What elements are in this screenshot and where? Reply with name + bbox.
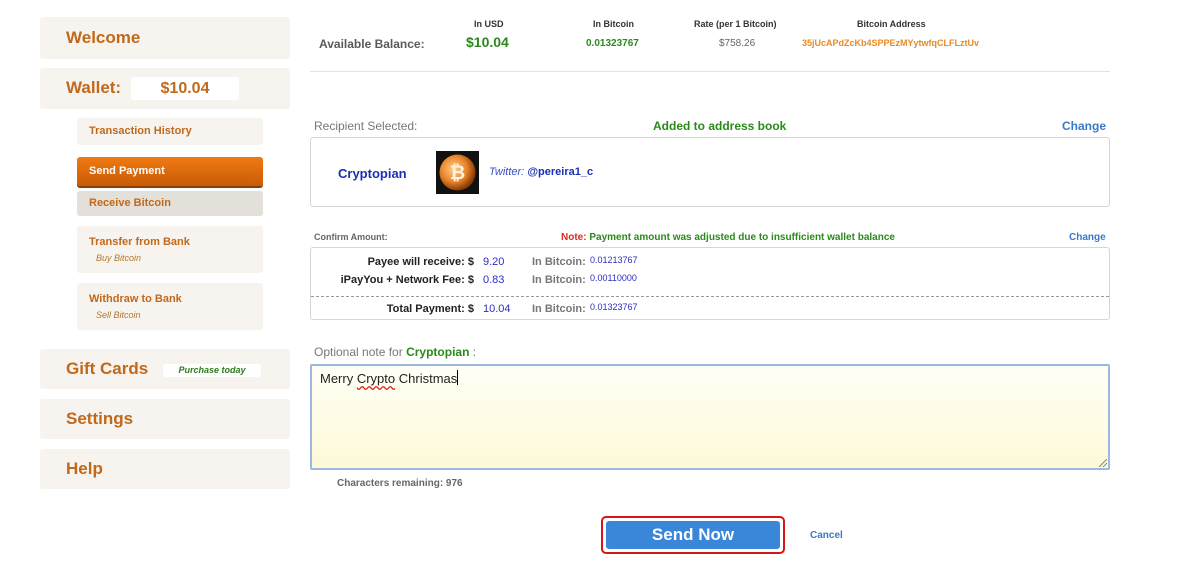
sidebar-item-caption: Sell Bitcoin	[96, 310, 141, 320]
sidebar-help-label: Help	[66, 459, 103, 478]
address-book-status: Added to address book	[653, 119, 787, 133]
sidebar-welcome[interactable]: Welcome	[40, 17, 290, 59]
header-bitcoin-address: Bitcoin Address	[857, 19, 926, 29]
resize-handle-icon[interactable]	[1099, 459, 1107, 467]
note-recipient-name: Cryptopian	[406, 345, 470, 359]
sidebar-gift-cards[interactable]: Gift Cards Purchase today	[40, 349, 290, 389]
send-now-highlight: Send Now	[601, 516, 785, 554]
payee-receive-label: Payee will receive: $	[367, 256, 474, 268]
recipient-card: Cryptopian ₿ Twitter: @pereira1_c	[310, 137, 1110, 207]
fee-btc-label: In Bitcoin:	[532, 274, 586, 286]
purchase-today-badge: Purchase today	[163, 364, 261, 377]
total-payment-value: 10.04	[483, 303, 511, 315]
confirm-amount-label: Confirm Amount:	[314, 232, 388, 242]
sidebar-welcome-label: Welcome	[66, 28, 141, 47]
twitter-handle: @pereira1_c	[527, 166, 594, 178]
note-prefix: Note:	[561, 232, 587, 243]
sidebar-item-send-payment[interactable]: Send Payment	[77, 157, 263, 186]
sidebar-help[interactable]: Help	[40, 449, 290, 489]
svg-text:₿: ₿	[450, 162, 465, 184]
payee-receive-value: 9.20	[483, 256, 505, 268]
payee-btc-value: 0.01213767	[590, 255, 638, 265]
header-rate: Rate (per 1 Bitcoin)	[694, 19, 777, 29]
twitter-label: Twitter:	[489, 166, 525, 178]
amount-breakdown: Payee will receive: $ 9.20 In Bitcoin: 0…	[310, 247, 1110, 320]
optional-note-textarea[interactable]: Merry Crypto Christmas	[310, 364, 1110, 470]
sidebar-item-label: Send Payment	[89, 165, 165, 177]
recipient-name: Cryptopian	[338, 166, 407, 181]
balance-bitcoin: 0.01323767	[586, 38, 639, 49]
cancel-link[interactable]: Cancel	[810, 530, 843, 541]
total-divider	[311, 296, 1109, 297]
sidebar-wallet-label: Wallet:	[66, 78, 122, 97]
total-btc-value: 0.01323767	[590, 302, 638, 312]
sidebar-item-transfer-from-bank[interactable]: Transfer from Bank Buy Bitcoin	[77, 226, 263, 273]
note-label-suffix: :	[472, 345, 477, 359]
note-text-misspelled: Crypto	[356, 371, 396, 386]
payee-btc-label: In Bitcoin:	[532, 256, 586, 268]
sidebar-item-transaction-history[interactable]: Transaction History	[77, 118, 263, 145]
note-label-prefix: Optional note for	[314, 345, 403, 359]
recipient-twitter: Twitter: @pereira1_c	[489, 166, 593, 178]
available-balance-label: Available Balance:	[319, 37, 425, 51]
sidebar-gift-cards-label: Gift Cards	[66, 359, 149, 378]
total-payment-label: Total Payment: $	[386, 303, 474, 315]
fee-label: iPayYou + Network Fee: $	[340, 274, 474, 286]
header-in-bitcoin: In Bitcoin	[593, 19, 634, 29]
send-now-button[interactable]: Send Now	[606, 521, 780, 549]
note-text: Payment amount was adjusted due to insuf…	[589, 232, 895, 243]
optional-note-label: Optional note for Cryptopian :	[314, 345, 476, 359]
divider	[310, 71, 1110, 72]
adjustment-note: Note: Payment amount was adjusted due to…	[561, 232, 895, 243]
balance-usd: $10.04	[466, 34, 509, 50]
sidebar-settings-label: Settings	[66, 409, 134, 428]
sidebar-item-label: Withdraw to Bank	[89, 293, 182, 305]
change-amount-link[interactable]: Change	[1069, 232, 1106, 243]
characters-remaining: Characters remaining: 976	[337, 478, 463, 489]
bitcoin-address[interactable]: 35jUcAPdZcKb4SPPEzMYytwfqCLFLztUv	[802, 38, 979, 48]
bitcoin-avatar-icon: ₿	[436, 151, 479, 194]
sidebar-item-withdraw-to-bank[interactable]: Withdraw to Bank Sell Bitcoin	[77, 283, 263, 330]
text-caret	[457, 370, 459, 385]
header-in-usd: In USD	[474, 19, 504, 29]
sidebar-item-label: Transaction History	[89, 125, 192, 137]
recipient-selected-label: Recipient Selected:	[314, 119, 418, 133]
sidebar-wallet[interactable]: Wallet: $10.04	[40, 68, 290, 109]
total-btc-label: In Bitcoin:	[532, 303, 586, 315]
change-recipient-link[interactable]: Change	[1062, 119, 1106, 133]
fee-btc-value: 0.00110000	[590, 273, 637, 283]
sidebar-item-receive-bitcoin[interactable]: Receive Bitcoin	[77, 191, 263, 216]
sidebar-item-label: Transfer from Bank	[89, 236, 190, 248]
sidebar-item-caption: Buy Bitcoin	[96, 253, 142, 263]
note-text-start: Merry	[320, 371, 357, 386]
sidebar-settings[interactable]: Settings	[40, 399, 290, 439]
sidebar-item-label: Receive Bitcoin	[89, 197, 171, 209]
fee-value: 0.83	[483, 274, 505, 286]
note-text-end: Christmas	[395, 371, 458, 386]
wallet-balance-badge: $10.04	[131, 77, 239, 100]
bitcoin-rate: $758.26	[719, 38, 756, 49]
